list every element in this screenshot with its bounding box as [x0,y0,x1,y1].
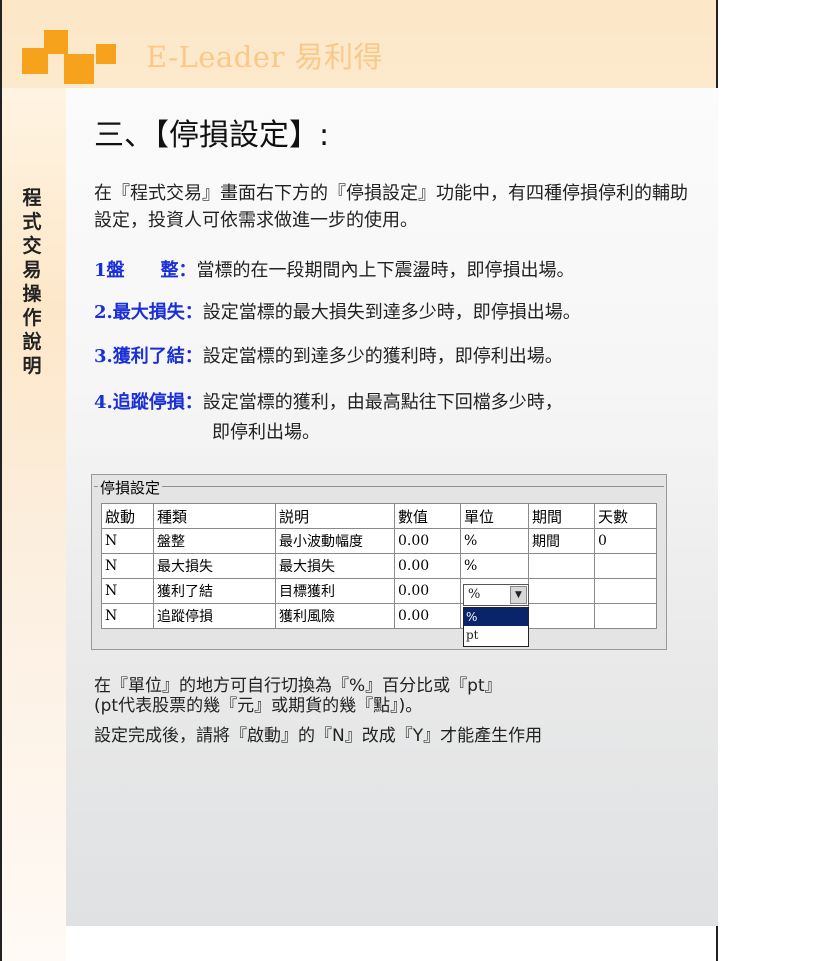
table-cell[interactable] [594,603,657,629]
item-label: 3.獲利了結： [94,346,203,367]
table-cell[interactable]: 0.00 [394,528,461,554]
item-consolidation: 1盤 整：當標的在一段期間內上下震盪時，即停損出場。 [94,256,575,282]
table-cell[interactable]: 0.00 [394,578,461,604]
item-text-continued: 即停利出場。 [212,422,320,443]
item-trailing-stop: 4.追蹤停損：設定當標的獲利，由最高點往下回檔多少時， 即停利出場。 [94,388,563,444]
group-divider [94,486,664,487]
table-cell[interactable]: % [460,528,529,554]
dropdown-option-pt[interactable]: pt [464,626,528,644]
unit-dropdown-list: % pt [463,607,529,647]
note-line-3: 設定完成後，請將『啟動』的『N』改成『Y』才能產生作用 [94,726,543,746]
stop-loss-settings-panel: 停損設定 啟動 種類 説明 數值 單位 期間 天數 N 盤整 最小波動幅度 0.… [91,474,667,650]
item-text: 當標的在一段期間內上下震盪時，即停損出場。 [196,260,575,281]
table-cell[interactable]: 期間 [528,528,595,554]
table-cell[interactable] [594,578,657,604]
table-cell[interactable]: 追蹤停損 [153,603,276,629]
table-cell[interactable] [528,603,595,629]
col-header[interactable]: 説明 [275,503,395,529]
table-cell[interactable]: % [460,553,529,579]
stop-loss-table: 啟動 種類 説明 數值 單位 期間 天數 N 盤整 最小波動幅度 0.00 % … [101,503,657,629]
group-legend: 停損設定 [98,477,163,498]
col-header[interactable]: 期間 [528,503,595,529]
dropdown-value: % [468,587,481,602]
table-cell[interactable]: 最大損失 [275,553,395,579]
item-max-loss: 2.最大損失：設定當標的最大損失到達多少時，即停損出場。 [94,298,581,324]
item-label: 1盤 整： [94,260,197,281]
item-text: 設定當標的最大損失到達多少時，即停損出場。 [202,302,581,323]
col-header[interactable]: 數值 [394,503,461,529]
brand-name: E-Leader 易利得 [146,40,384,74]
table-cell[interactable]: 最小波動幅度 [275,528,395,554]
table-cell[interactable]: 獲利風險 [275,603,395,629]
col-header[interactable]: 單位 [460,503,529,529]
table-row: N 獲利了結 目標獲利 0.00 [101,578,657,604]
item-label: 2.最大損失： [94,302,203,323]
note-line-2: (pt代表股票的幾『元』或期貨的幾『點』)。 [94,696,423,716]
chevron-down-icon[interactable]: ▼ [510,586,527,604]
unit-dropdown[interactable]: % ▼ [463,584,529,606]
table-cell[interactable]: 0.00 [394,603,461,629]
table-cell[interactable]: N [101,553,154,579]
table-cell[interactable]: 0 [594,528,657,554]
table-row: N 最大損失 最大損失 0.00 % [101,553,657,579]
item-label: 4.追蹤停損： [94,392,203,413]
sidebar-label: 程 式 交 易 操 作 說 明 [22,187,42,377]
table-cell[interactable]: 目標獲利 [275,578,395,604]
table-cell[interactable]: N [101,528,154,554]
item-text: 設定當標的獲利，由最高點往下回檔多少時， [202,392,563,413]
table-header-row: 啟動 種類 説明 數值 單位 期間 天數 [101,503,657,529]
section-title: 三、【停損設定】: [94,118,330,153]
col-header[interactable]: 種類 [153,503,276,529]
note-line-1: 在『單位』的地方可自行切換為『%』百分比或『pt』 [94,676,502,696]
table-row: N 追蹤停損 獲利風險 0.00 [101,603,657,629]
table-cell[interactable]: 最大損失 [153,553,276,579]
table-cell[interactable]: N [101,578,154,604]
table-cell[interactable]: N [101,603,154,629]
table-cell[interactable]: 獲利了結 [153,578,276,604]
table-cell[interactable] [528,553,595,579]
table-cell[interactable]: 盤整 [153,528,276,554]
col-header[interactable]: 天數 [594,503,657,529]
item-text: 設定當標的到達多少的獲利時，即停利出場。 [202,346,563,367]
table-row: N 盤整 最小波動幅度 0.00 % 期間 0 [101,528,657,554]
table-cell[interactable] [594,553,657,579]
intro-paragraph: 在『程式交易』畫面右下方的『停損設定』功能中，有四種停損停利的輔助設定，投資人可… [94,183,688,231]
table-cell[interactable]: 0.00 [394,553,461,579]
col-header[interactable]: 啟動 [101,503,154,529]
dropdown-option-percent[interactable]: % [464,608,528,626]
item-take-profit: 3.獲利了結：設定當標的到達多少的獲利時，即停利出場。 [94,342,563,368]
table-cell[interactable] [528,578,595,604]
